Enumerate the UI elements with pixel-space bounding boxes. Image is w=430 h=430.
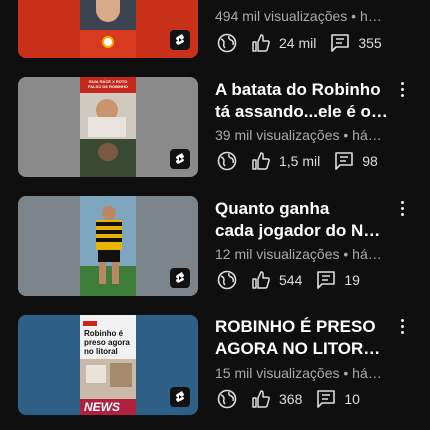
like-count: 1,5 mil xyxy=(279,153,321,169)
thumbs-up-icon[interactable] xyxy=(249,268,273,292)
like-count: 24 mil xyxy=(279,35,317,51)
video-stats-0: 24 mil 355 xyxy=(215,31,394,55)
video-title-2[interactable]: Quanto ganha xyxy=(215,198,390,220)
shorts-icon xyxy=(170,30,190,50)
comment-count: 355 xyxy=(358,35,382,51)
video-title-3-line2[interactable]: AGORA NO LITORAL … xyxy=(215,338,390,360)
video-meta-1: 39 mil visualizações • há… xyxy=(215,127,382,143)
shorts-icon xyxy=(170,149,190,169)
more-vert-icon[interactable] xyxy=(396,315,408,337)
comment-count: 98 xyxy=(362,153,378,169)
video-thumbnail-0[interactable] xyxy=(18,0,198,58)
globe-icon xyxy=(215,149,239,173)
video-meta-3: 15 mil visualizações • há… xyxy=(215,365,382,381)
video-stats-3: 368 10 xyxy=(215,387,372,411)
more-vert-icon[interactable] xyxy=(396,197,408,219)
video-stats-2: 544 19 xyxy=(215,268,372,292)
video-title-3[interactable]: ROBINHO É PRESO xyxy=(215,316,390,338)
globe-icon xyxy=(215,268,239,292)
more-vert-icon[interactable] xyxy=(396,78,408,100)
video-title-1[interactable]: A batata do Robinho xyxy=(215,79,390,101)
video-stats-1: 1,5 mil 98 xyxy=(215,149,390,173)
shorts-icon xyxy=(170,387,190,407)
video-meta-2: 12 mil visualizações • há… xyxy=(215,246,382,262)
comment-count: 19 xyxy=(344,272,360,288)
video-meta-0: 494 mil visualizações • h… xyxy=(215,8,382,24)
comment-icon[interactable] xyxy=(332,149,356,173)
globe-icon xyxy=(215,31,239,55)
shorts-icon xyxy=(170,268,190,288)
like-count: 544 xyxy=(279,272,303,288)
video-title-2-line2[interactable]: cada jogador do Nov… xyxy=(215,220,390,242)
like-count: 368 xyxy=(279,391,303,407)
thumbnail-caption: Robinho é preso agora no litoral xyxy=(84,329,130,356)
globe-icon xyxy=(215,387,239,411)
video-title-1-line2[interactable]: tá assando...ele é o p… xyxy=(215,101,390,123)
thumbs-up-icon[interactable] xyxy=(249,387,273,411)
thumbs-up-icon[interactable] xyxy=(249,149,273,173)
video-thumbnail-3[interactable]: Robinho é preso agora no litoral NEWS xyxy=(18,315,198,415)
comment-icon[interactable] xyxy=(314,268,338,292)
video-thumbnail-1[interactable]: GUIA RÁCE X ROTO FALSO DE ROBINHO xyxy=(18,77,198,177)
comment-icon[interactable] xyxy=(328,31,352,55)
thumbs-up-icon[interactable] xyxy=(249,31,273,55)
comment-icon[interactable] xyxy=(314,387,338,411)
thumbnail-tag: NEWS xyxy=(84,400,120,414)
thumbnail-caption: GUIA RÁCE X ROTO FALSO DE ROBINHO xyxy=(87,79,128,89)
comment-count: 10 xyxy=(344,391,360,407)
video-thumbnail-2[interactable] xyxy=(18,196,198,296)
